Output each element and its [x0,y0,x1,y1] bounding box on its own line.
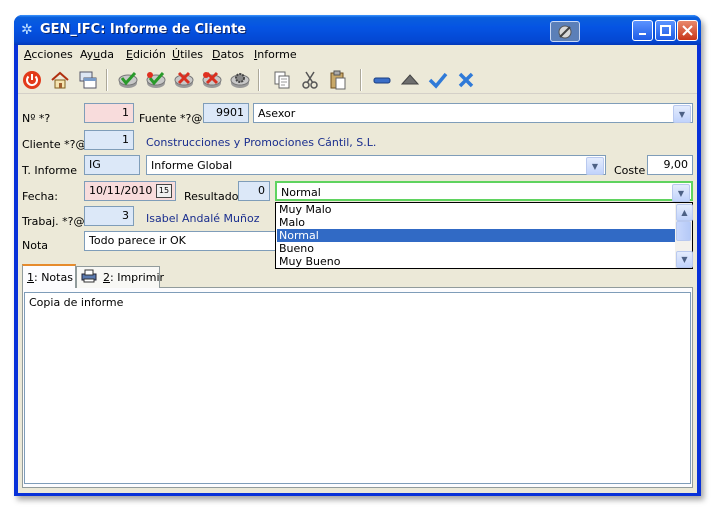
copy-icon[interactable] [270,68,294,92]
window-title: GEN_IFC: Informe de Cliente [40,22,247,37]
dropdown-option[interactable]: Bueno [277,242,679,255]
toolbar-separator [360,69,362,91]
power-icon[interactable] [20,68,44,92]
fuente-select[interactable]: Asexor ▼ [253,103,693,123]
menu-datos[interactable]: Datos [212,48,244,61]
trabaj-code-field[interactable]: 3 [84,206,134,226]
tab-imprimir[interactable]: 2: Imprimir [76,266,164,288]
coste-label: Coste [614,164,646,177]
resultado-code-field[interactable]: 0 [238,181,270,201]
dropdown-option[interactable]: Muy Bueno [277,255,679,268]
accept-icon[interactable] [426,68,450,92]
cut-icon[interactable] [298,68,322,92]
resultado-label: Resultado [184,190,239,203]
network-status-icon[interactable] [550,21,580,42]
numero-label: Nº *? [22,112,51,125]
check-icon[interactable] [116,68,140,92]
trabaj-label: Trabaj. *?@ [22,215,85,228]
tinforme-select[interactable]: Informe Global ▼ [146,155,606,175]
menu-informe[interactable]: Informe [254,48,297,61]
cliente-code-field[interactable]: 1 [84,130,134,150]
gear-icon[interactable] [228,68,252,92]
minus-icon[interactable] [370,68,394,92]
maximize-button[interactable] [655,20,676,41]
tinforme-select-value: Informe Global [151,159,233,172]
tinforme-label: T. Informe [22,164,78,177]
tab-notas[interactable]: 1: Notas [22,264,76,288]
delete-icon[interactable] [172,68,196,92]
numero-field[interactable]: 1 [84,103,134,123]
paste-icon[interactable] [326,68,350,92]
printer-icon [81,269,97,286]
trabaj-name-link[interactable]: Isabel Andalé Muñoz [146,212,260,225]
dropdown-option[interactable]: Malo [277,216,679,229]
scroll-thumb[interactable] [676,221,691,241]
eject-icon[interactable] [398,68,422,92]
dropdown-option[interactable]: Muy Malo [277,203,679,216]
resultado-dropdown-list: Muy Malo Malo Normal Bueno Muy Bueno ▲ ▼ [275,202,693,269]
fecha-value: 10/11/2010 [89,184,153,197]
delete-red-icon[interactable] [200,68,224,92]
dropdown-option-selected[interactable]: Normal [277,229,679,242]
menu-acciones[interactable]: Acciones [24,48,73,61]
app-icon: ✲ [21,22,33,38]
menu-ayuda[interactable]: Ayuda [80,48,114,61]
fuente-code-field[interactable]: 9901 [203,103,249,123]
chevron-down-icon[interactable]: ▼ [673,105,691,123]
toolbar-separator [258,69,260,91]
notes-textarea[interactable]: Copia de informe [24,292,691,484]
home-icon[interactable] [48,68,72,92]
scroll-up-icon[interactable]: ▲ [676,204,693,221]
scroll-down-icon[interactable]: ▼ [676,251,693,268]
menu-edicion[interactable]: Edición [126,48,166,61]
cliente-name-link[interactable]: Construcciones y Promociones Cántil, S.L… [146,136,376,149]
cancel-icon[interactable] [454,68,478,92]
toolbar-separator [106,69,108,91]
calendar-icon[interactable]: 15 [156,184,172,198]
fuente-label: Fuente *?@: [139,112,207,125]
windows-icon[interactable] [76,68,100,92]
dropdown-scrollbar[interactable]: ▲ ▼ [675,203,693,268]
fuente-select-value: Asexor [258,107,296,120]
menu-utiles[interactable]: Útiles [172,48,203,61]
nota-label: Nota [22,239,49,252]
chevron-down-icon[interactable]: ▼ [672,184,690,202]
resultado-select-value: Normal [281,186,321,199]
fecha-label: Fecha: [22,190,58,203]
check-add-icon[interactable] [144,68,168,92]
close-button[interactable] [677,20,698,41]
cliente-label: Cliente *?@: [22,138,91,151]
chevron-down-icon[interactable]: ▼ [586,157,604,175]
menu-bar [18,45,697,65]
coste-field[interactable]: 9,00 [647,155,693,175]
minimize-button[interactable] [632,20,653,41]
resultado-select[interactable]: Normal ▼ [275,181,693,202]
tinforme-code-field[interactable]: IG [84,155,140,175]
